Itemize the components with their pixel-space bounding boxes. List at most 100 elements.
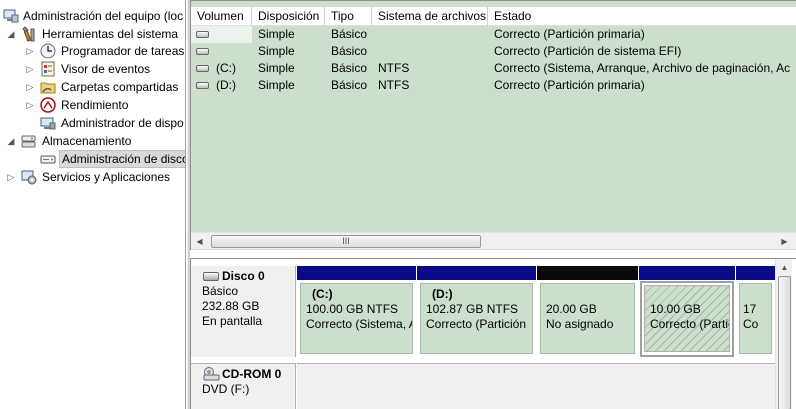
partition-status: No asignado (546, 317, 614, 331)
disk-name: Disco 0 (222, 269, 265, 283)
collapse-arrow-icon[interactable]: ◢ (6, 132, 16, 150)
partition-volume: (C:) (312, 287, 333, 301)
disk-state: En pantalla (202, 314, 263, 328)
cell-filesystem: NTFS (378, 78, 410, 92)
device-manager-icon (40, 115, 56, 131)
table-row[interactable]: (D:) Simple Básico NTFS Correcto (Partic… (191, 77, 796, 94)
disk-0-partitions: (C:) 100.00 GB NTFS Correcto (Sistema, A… (297, 266, 775, 357)
partition-status: Correcto (Sistema, A (306, 317, 413, 331)
cell-status: Correcto (Partición primaria) (494, 78, 645, 92)
tools-icon (21, 26, 37, 42)
cell-status: Correcto (Partición primaria) (494, 27, 645, 41)
scrollbar-thumb[interactable]: III (211, 235, 481, 248)
partition-size: 100.00 GB NTFS (306, 302, 399, 316)
partition-bar (639, 266, 735, 280)
disk-size: 232.88 GB (202, 299, 260, 313)
scroll-right-icon[interactable]: ▶ (776, 233, 793, 250)
cell-type: Básico (331, 27, 368, 41)
cell-filesystem (378, 43, 488, 60)
tree-label: Rendimiento (61, 98, 129, 112)
shared-folder-icon (40, 79, 56, 95)
partition-unallocated[interactable]: 20.00 GB No asignado (537, 266, 638, 357)
computer-management-icon (3, 8, 19, 24)
disk-map: Disco 0 Básico 232.88 GB En pantalla (C:… (190, 258, 796, 409)
tree-label: Almacenamiento (42, 134, 132, 148)
disk-management-icon (40, 151, 56, 167)
tree-label: Visor de eventos (61, 62, 151, 76)
column-header-type[interactable]: Tipo (325, 7, 372, 26)
vertical-scrollbar[interactable]: ▲ (775, 259, 792, 409)
scroll-left-icon[interactable]: ◀ (191, 233, 208, 250)
cell-type: Básico (331, 78, 368, 92)
expand-arrow-icon[interactable]: ▷ (25, 78, 35, 96)
disk-kind: Básico (202, 284, 239, 298)
drive-icon (196, 48, 209, 55)
drive-icon (196, 31, 209, 38)
column-header-layout[interactable]: Disposición (252, 7, 325, 26)
cell-layout: Simple (258, 78, 295, 92)
expand-arrow-icon[interactable]: ▷ (25, 42, 35, 60)
console-tree: Administración del equipo (loc ◢ Herrami… (0, 0, 186, 409)
tree-label: Administración de disco (59, 150, 185, 168)
partition-bar (297, 266, 416, 280)
volume-list: Volumen Disposición Tipo Sistema de arch… (190, 0, 796, 250)
disk-icon (203, 272, 219, 281)
tree-label: Administrador de dispo (61, 116, 184, 130)
partition-status: Correcto (Partic (650, 317, 730, 331)
cell-filesystem (378, 26, 488, 43)
horizontal-scrollbar[interactable]: ◀ III ▶ (191, 232, 796, 249)
partition-last[interactable]: 17 Co (736, 266, 775, 357)
column-header-status[interactable]: Estado (488, 7, 796, 26)
table-row[interactable]: Simple Básico Correcto (Partición primar… (191, 26, 796, 43)
cell-filesystem: NTFS (378, 61, 410, 75)
cell-layout: Simple (258, 27, 295, 41)
volume-list-header: Volumen Disposición Tipo Sistema de arch… (191, 7, 796, 26)
cell-status: Correcto (Sistema, Arranque, Archivo de … (494, 61, 791, 75)
cdrom-drive: DVD (F:) (202, 382, 250, 396)
cell-status: Correcto (Partición de sistema EFI) (494, 44, 682, 58)
tree-label: Herramientas del sistema (42, 27, 179, 41)
performance-icon (40, 97, 56, 113)
cdrom-0-label[interactable]: CD-ROM 0 DVD (F:) (191, 363, 296, 409)
tree-label: Servicios y Aplicaciones (42, 170, 171, 184)
cell-layout: Simple (258, 44, 295, 58)
partition-size: 20.00 GB (546, 302, 597, 316)
collapse-arrow-icon[interactable]: ◢ (6, 25, 16, 43)
cdrom-icon (203, 367, 220, 381)
partition-bar (417, 266, 536, 280)
partition-bar (537, 266, 638, 280)
table-row[interactable]: Simple Básico Correcto (Partición de sis… (191, 43, 796, 60)
drive-icon (196, 65, 209, 72)
storage-icon (21, 133, 37, 149)
disk-name: CD-ROM 0 (222, 367, 282, 381)
column-header-volume[interactable]: Volumen (191, 7, 252, 26)
partition-bar (736, 266, 775, 280)
partition-c[interactable]: (C:) 100.00 GB NTFS Correcto (Sistema, A (297, 266, 416, 357)
expand-arrow-icon[interactable]: ▷ (25, 96, 35, 114)
partition-selected[interactable]: 10.00 GB Correcto (Partic (639, 266, 735, 357)
event-viewer-icon (40, 61, 56, 77)
cell-type: Básico (331, 61, 368, 75)
tree-label: Administración del equipo (loc (23, 9, 184, 23)
clock-icon (40, 43, 56, 59)
expand-arrow-icon[interactable]: ▷ (25, 60, 35, 78)
scroll-up-icon[interactable]: ▲ (776, 259, 793, 276)
partition-size: 10.00 GB (650, 302, 701, 316)
disk-0-label[interactable]: Disco 0 Básico 232.88 GB En pantalla (191, 266, 296, 357)
table-row[interactable]: (C:) Simple Básico NTFS Correcto (Sistem… (191, 60, 796, 77)
tree-label: Carpetas compartidas (61, 80, 179, 94)
scrollbar-thumb[interactable] (778, 276, 791, 409)
partition-status: Correcto (Partición (426, 317, 527, 331)
partition-d[interactable]: (D:) 102.87 GB NTFS Correcto (Partición (417, 266, 536, 357)
drive-icon (196, 82, 209, 89)
partition-volume: (D:) (432, 287, 453, 301)
cell-layout: Simple (258, 61, 295, 75)
partition-size: 102.87 GB NTFS (426, 302, 519, 316)
scrollbar-grip: III (342, 236, 350, 246)
expand-arrow-icon[interactable]: ▷ (6, 168, 16, 186)
partition-size: 17 (743, 302, 757, 316)
cdrom-media-area[interactable] (297, 363, 775, 409)
services-icon (21, 169, 37, 185)
column-header-filesystem[interactable]: Sistema de archivos (372, 7, 488, 26)
tree-label: Programador de tareas (61, 44, 185, 58)
